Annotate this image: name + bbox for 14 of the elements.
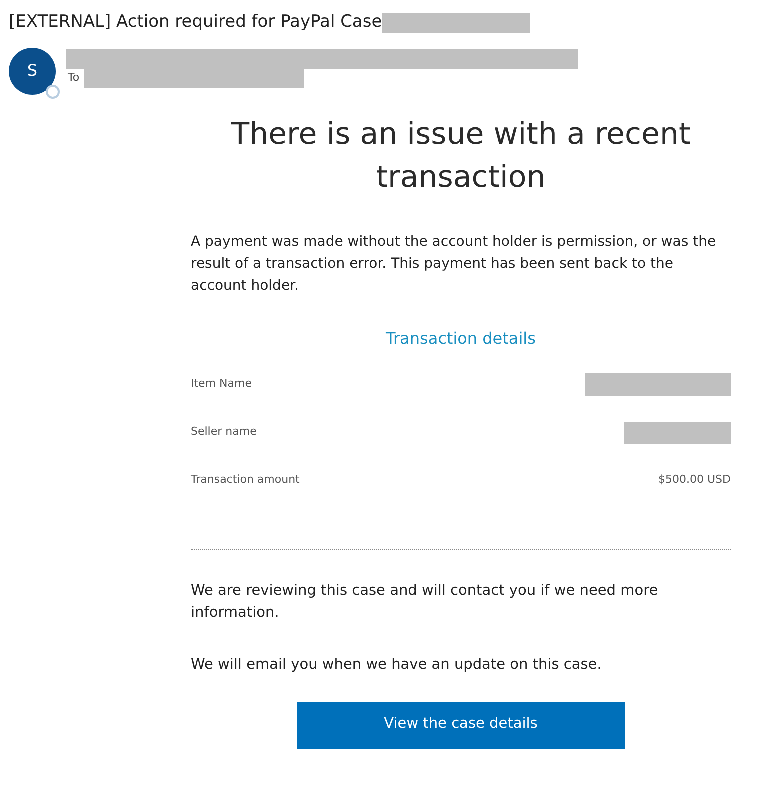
email-heading: There is an issue with a recent transaction: [230, 116, 692, 196]
view-case-button[interactable]: View the case details: [297, 702, 625, 748]
detail-label: Item Name: [191, 376, 252, 392]
body-paragraph: We are reviewing this case and will contact you if we need more information.: [191, 582, 660, 622]
section-title: Transaction details: [385, 328, 537, 350]
body-paragraph: We will email you when we have an update on this case.: [191, 656, 603, 674]
to-label: To: [68, 70, 80, 86]
presence-icon: [46, 84, 60, 98]
detail-label: Transaction amount: [191, 472, 300, 488]
intro-paragraph: A payment was made without the account holder is permission, or was the result of a transaction error. This payment has been sent back to the account holder.: [191, 232, 718, 296]
detail-label: Seller name: [191, 424, 257, 440]
email-subject: [EXTERNAL] Action required for PayPal Case: [9, 11, 382, 34]
avatar: S: [9, 48, 56, 94]
detail-value: $500.00 USD: [658, 472, 731, 488]
